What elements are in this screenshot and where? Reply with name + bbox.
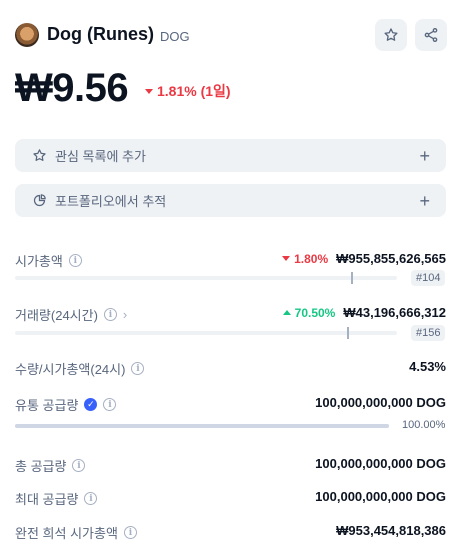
chevron-right-icon[interactable]: ›	[123, 307, 127, 322]
share-icon	[424, 28, 438, 42]
market-cap-label-group: 시가총액 i	[15, 251, 82, 270]
volume-row: 거래량(24시간) i › 70.50% ₩43,196,666,312	[15, 303, 446, 323]
fully-diluted-market-cap-row: 완전 희석 시가총액 i ₩953,454,818,386	[15, 521, 446, 541]
plus-icon: +	[419, 145, 430, 166]
info-icon[interactable]: i	[103, 398, 117, 411]
total-supply-label: 총 공급량	[15, 459, 67, 474]
market-cap-rank-marker	[351, 272, 353, 284]
volume-change: 70.50%	[282, 305, 336, 320]
star-icon	[384, 28, 398, 41]
max-supply-row: 최대 공급량 i 100,000,000,000 DOG	[15, 487, 446, 507]
vol-mcap-label-group: 수량/시가총액(24시) i	[15, 359, 145, 378]
fdv-label: 완전 희석 시가총액	[15, 526, 118, 541]
verified-check-icon: ✓	[84, 398, 98, 411]
volume-change-value: 70.50%	[294, 305, 336, 320]
coin-symbol: DOG	[160, 29, 190, 44]
price-change: 1.81% (1일)	[145, 81, 231, 101]
circulating-label-group: 유통 공급량 ✓ i	[15, 395, 117, 414]
circulating-value: 100,000,000,000 DOG	[315, 395, 446, 410]
market-cap-value-group: 1.80% ₩955,855,626,565	[282, 251, 446, 266]
max-supply-label: 최대 공급량	[15, 492, 79, 507]
coin-logo	[15, 23, 39, 47]
add-to-watchlist-button[interactable]: 관심 목록에 추가 +	[15, 139, 446, 172]
circulating-percent: 100.00%	[402, 419, 446, 431]
circulating-supply-bar	[15, 424, 389, 428]
market-cap-value: ₩955,855,626,565	[336, 251, 446, 266]
max-supply-label-group: 최대 공급량 i	[15, 489, 98, 508]
fdv-value: ₩953,454,818,386	[336, 523, 446, 538]
caret-down-icon	[282, 256, 291, 261]
coin-name: Dog (Runes)	[47, 24, 154, 44]
info-icon[interactable]: i	[123, 526, 137, 539]
vol-mcap-label: 수량/시가총액(24시)	[15, 362, 126, 377]
pie-chart-icon	[31, 193, 47, 209]
volume-rank-marker	[347, 327, 349, 339]
market-cap-label: 시가총액	[15, 254, 63, 269]
info-icon[interactable]: i	[131, 362, 145, 375]
circulating-label: 유통 공급량	[15, 398, 79, 413]
track-portfolio-button[interactable]: 포트폴리오에서 추적 +	[15, 184, 446, 217]
market-cap-change-value: 1.80%	[294, 251, 329, 266]
max-supply-value: 100,000,000,000 DOG	[315, 489, 446, 504]
volume-label-group[interactable]: 거래량(24시간) i ›	[15, 305, 127, 324]
volume-rank-badge: #156	[411, 325, 446, 341]
total-supply-value: 100,000,000,000 DOG	[315, 456, 446, 471]
share-button[interactable]	[415, 19, 447, 51]
market-cap-change: 1.80%	[282, 252, 328, 266]
market-cap-rank-badge: #104	[411, 270, 446, 286]
portfolio-label: 포트폴리오에서 추적	[55, 194, 167, 209]
plus-icon: +	[419, 190, 430, 211]
watchlist-label: 관심 목록에 추가	[55, 149, 146, 164]
watchlist-star-button[interactable]	[375, 19, 407, 51]
volume-value: ₩43,196,666,312	[343, 305, 446, 320]
total-supply-label-group: 총 공급량 i	[15, 456, 86, 475]
fdv-label-group: 완전 희석 시가총액 i	[15, 523, 137, 542]
coin-header: Dog (Runes) DOG	[15, 18, 447, 54]
info-icon[interactable]: i	[103, 308, 117, 321]
volume-rank-bar	[15, 327, 397, 339]
volume-label: 거래량(24시간)	[15, 308, 98, 323]
circulating-supply-fill	[15, 424, 389, 428]
price-change-value: 1.81% (1일)	[157, 83, 231, 99]
vol-mcap-value: 4.53%	[409, 359, 446, 374]
circulating-supply-row: 유통 공급량 ✓ i 100,000,000,000 DOG	[15, 393, 446, 413]
volume-market-cap-row: 수량/시가총액(24시) i 4.53%	[15, 357, 446, 377]
market-cap-row: 시가총액 i 1.80% ₩955,855,626,565	[15, 249, 446, 269]
coin-price: ₩9.56	[15, 66, 129, 110]
info-icon[interactable]: i	[68, 254, 82, 267]
caret-down-icon	[145, 88, 153, 94]
info-icon[interactable]: i	[72, 459, 86, 472]
caret-up-icon	[282, 310, 291, 315]
star-icon	[31, 148, 47, 164]
total-supply-row: 총 공급량 i 100,000,000,000 DOG	[15, 454, 446, 474]
volume-value-group: 70.50% ₩43,196,666,312	[282, 305, 446, 320]
market-cap-rank-bar	[15, 272, 397, 284]
info-icon[interactable]: i	[84, 492, 98, 505]
